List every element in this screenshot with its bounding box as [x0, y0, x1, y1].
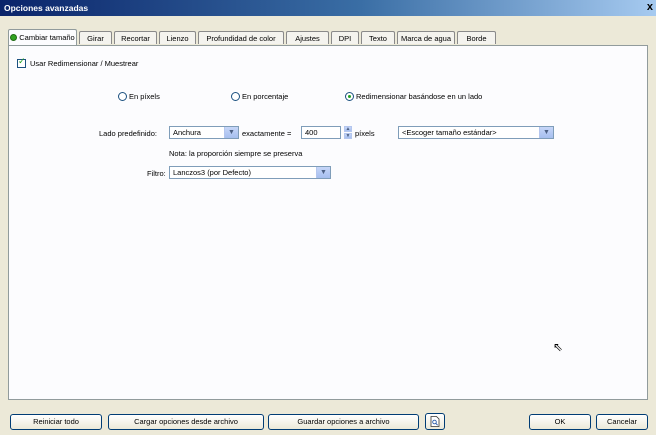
tab-canvas[interactable]: Lienzo — [159, 31, 196, 44]
tab-label: Recortar — [121, 34, 150, 43]
resize-panel: Usar Redimensionar / Muestrear En píxels… — [8, 45, 648, 400]
tab-label: Borde — [466, 34, 487, 43]
predefined-side-label: Lado predefinido: — [99, 129, 157, 138]
tab-label: Girar — [87, 34, 104, 43]
radio-in-percent[interactable] — [231, 92, 240, 101]
exact-size-input[interactable]: 400 — [301, 126, 341, 139]
title-bar: Opciones avanzadas x — [0, 0, 656, 16]
tab-color-depth[interactable]: Profundidad de color — [198, 31, 284, 44]
radio-in-percent-label: En porcentaje — [242, 92, 289, 101]
use-resample-checkbox[interactable] — [17, 57, 26, 68]
spin-down-icon[interactable]: ▼ — [344, 133, 352, 139]
spin-up-icon[interactable]: ▲ — [344, 126, 352, 132]
green-dot-icon — [10, 34, 18, 41]
tab-border[interactable]: Borde — [457, 31, 496, 44]
reset-all-button[interactable]: Reiniciar todo — [10, 414, 102, 430]
tab-watermark[interactable]: Marca de agua — [397, 31, 455, 44]
advanced-options-window: Opciones avanzadas x Cambiar tamaño Gira… — [0, 0, 656, 435]
side-select-value: Anchura — [173, 128, 201, 137]
filter-select-value: Lanczos3 (por Defecto) — [173, 168, 251, 177]
tab-label: Lienzo — [166, 34, 189, 43]
chevron-down-icon: ▼ — [539, 127, 553, 138]
tab-rotate[interactable]: Girar — [79, 31, 112, 44]
filter-label: Filtro: — [147, 169, 166, 178]
standard-size-value: <Escoger tamaño estándar> — [402, 128, 497, 137]
mouse-pointer-icon: ⇖ — [553, 340, 564, 354]
tab-label: Marca de agua — [400, 34, 452, 43]
tab-crop[interactable]: Recortar — [114, 31, 157, 44]
exactly-label: exactamente = — [242, 129, 292, 138]
close-icon[interactable]: x — [647, 1, 653, 13]
chevron-down-icon: ▼ — [224, 127, 238, 138]
chevron-down-icon: ▼ — [316, 167, 330, 178]
cancel-button[interactable]: Cancelar — [596, 414, 648, 430]
use-resample-label: Usar Redimensionar / Muestrear — [30, 59, 139, 68]
preview-button[interactable] — [425, 413, 445, 430]
ok-button[interactable]: OK — [529, 414, 591, 430]
tab-resize[interactable]: Cambiar tamaño — [8, 29, 77, 45]
radio-in-pixels-label: En píxels — [129, 92, 160, 101]
window-title: Opciones avanzadas — [4, 3, 89, 13]
radio-in-pixels[interactable] — [118, 92, 127, 101]
proportion-note: Nota: la proporción siempre se preserva — [169, 149, 303, 158]
tab-label: Texto — [369, 34, 387, 43]
tab-dpi[interactable]: DPI — [331, 31, 359, 44]
load-options-button[interactable]: Cargar opciones desde archivo — [108, 414, 264, 430]
save-options-button[interactable]: Guardar opciones a archivo — [268, 414, 419, 430]
radio-resize-by-side-label: Redimensionar basándose en un lado — [356, 92, 483, 101]
size-spinner[interactable]: ▲ ▼ — [344, 126, 352, 139]
radio-resize-by-side[interactable] — [345, 92, 354, 101]
tab-label: DPI — [338, 34, 352, 43]
tab-label: Cambiar tamaño — [19, 33, 75, 42]
pixels-label: píxels — [355, 129, 375, 138]
tab-text[interactable]: Texto — [361, 31, 395, 44]
side-select[interactable]: Anchura ▼ — [169, 126, 239, 139]
tab-label: Profundidad de color — [206, 34, 276, 43]
filter-select[interactable]: Lanczos3 (por Defecto) ▼ — [169, 166, 331, 179]
standard-size-select[interactable]: <Escoger tamaño estándar> ▼ — [398, 126, 554, 139]
tab-adjustments[interactable]: Ajustes — [286, 31, 329, 44]
tab-label: Ajustes — [295, 34, 320, 43]
document-preview-icon — [430, 416, 440, 427]
